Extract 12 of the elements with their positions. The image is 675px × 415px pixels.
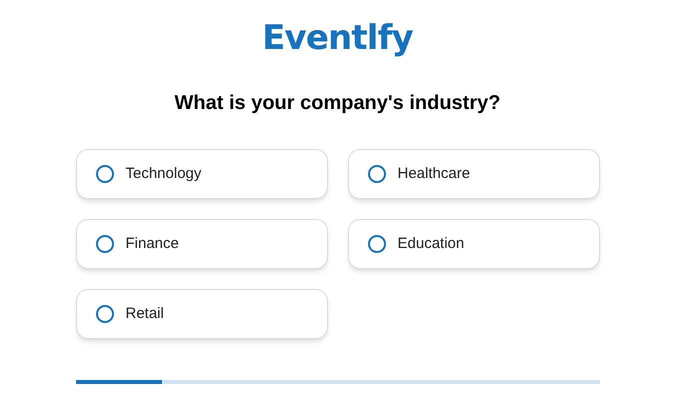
industry-option[interactable]: Healthcare	[348, 149, 600, 199]
radio-button[interactable]	[96, 235, 114, 253]
logo: Eventlfy	[262, 18, 413, 58]
industry-option[interactable]: Retail	[76, 289, 328, 339]
industry-option[interactable]: Technology	[76, 149, 328, 199]
radio-button[interactable]	[368, 235, 386, 253]
radio-button[interactable]	[368, 165, 386, 183]
question-heading: What is your company's industry?	[174, 91, 500, 116]
industry-option[interactable]: Finance	[76, 219, 328, 269]
industry-option[interactable]: Education	[348, 219, 600, 269]
radio-button[interactable]	[96, 305, 114, 323]
radio-button[interactable]	[96, 165, 114, 183]
